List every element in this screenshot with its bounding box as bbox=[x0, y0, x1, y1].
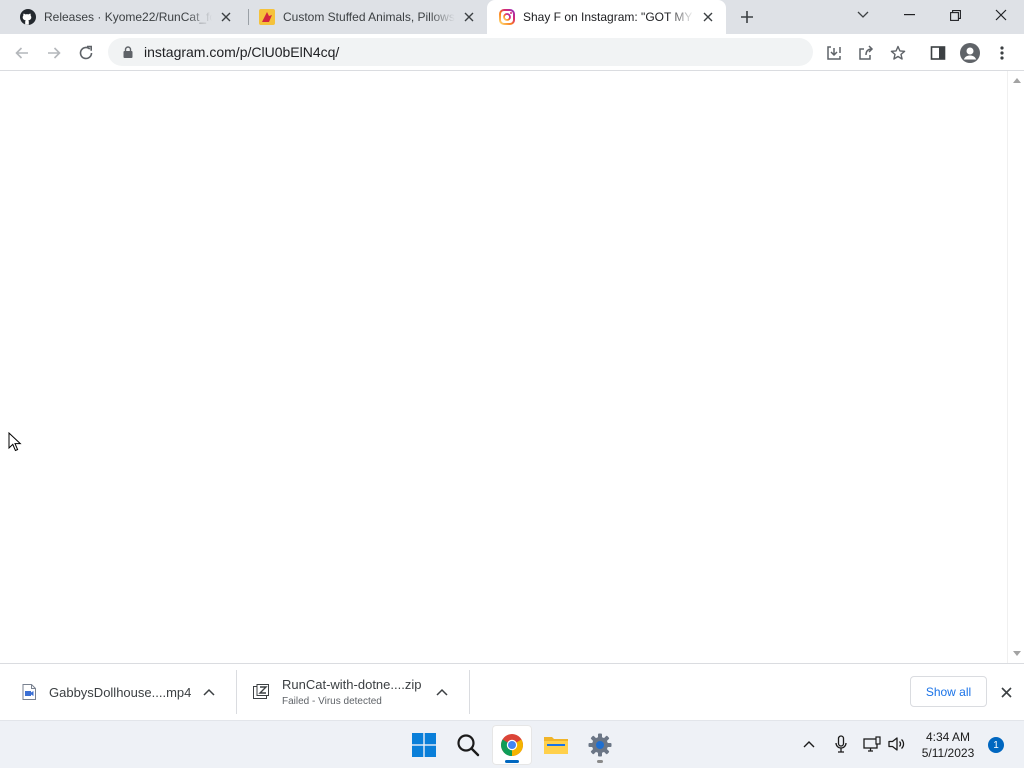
scroll-up-icon[interactable] bbox=[1012, 76, 1021, 85]
show-hidden-icons-button[interactable] bbox=[798, 733, 820, 755]
menu-button[interactable] bbox=[988, 39, 1016, 67]
share-icon bbox=[859, 45, 874, 60]
clock-time: 4:34 AM bbox=[925, 730, 971, 744]
minimize-button[interactable] bbox=[886, 0, 932, 30]
tab-title: Shay F on Instagram: "GOT MY SHAY bbox=[523, 10, 694, 24]
folder-icon bbox=[544, 737, 568, 754]
browser-toolbar: instagram.com/p/ClU0bElN4cq/ bbox=[0, 34, 1024, 71]
divider bbox=[469, 670, 470, 714]
restore-icon bbox=[949, 9, 961, 21]
download-item[interactable]: RunCat-with-dotne....zip Failed - Virus … bbox=[252, 664, 462, 720]
notification-badge[interactable]: 1 bbox=[988, 737, 1004, 753]
search-button[interactable] bbox=[448, 725, 488, 765]
profile-button[interactable] bbox=[956, 39, 984, 67]
scroll-down-icon[interactable] bbox=[1012, 649, 1021, 658]
taskbar-chrome[interactable] bbox=[492, 725, 532, 765]
new-tab-button[interactable] bbox=[735, 5, 759, 29]
tab-github-releases[interactable]: Releases · Kyome22/RunCat_for_windows bbox=[8, 0, 244, 34]
tab-custom-stuffed-animals[interactable]: Custom Stuffed Animals, Pillows & More bbox=[247, 0, 487, 34]
tab-title: Releases · Kyome22/RunCat_for_windows bbox=[44, 10, 212, 24]
tab-strip: Releases · Kyome22/RunCat_for_windows Cu… bbox=[0, 0, 1024, 34]
windows-logo-icon bbox=[412, 733, 436, 757]
tab-instagram[interactable]: Shay F on Instagram: "GOT MY SHAY bbox=[487, 0, 726, 34]
video-file-icon bbox=[20, 683, 38, 701]
url-text[interactable]: instagram.com/p/ClU0bElN4cq/ bbox=[144, 44, 339, 60]
close-shelf-button[interactable] bbox=[997, 683, 1015, 701]
avatar-icon bbox=[960, 43, 980, 63]
show-all-button[interactable]: Show all bbox=[910, 676, 987, 707]
arrow-right-icon bbox=[48, 47, 61, 59]
download-filename: RunCat-with-dotne....zip bbox=[282, 677, 422, 692]
bookmark-button[interactable] bbox=[884, 39, 912, 67]
close-tab-icon[interactable] bbox=[461, 9, 477, 25]
network-button[interactable] bbox=[861, 733, 883, 755]
install-app-button[interactable] bbox=[820, 39, 848, 67]
download-shelf: GabbysDollhouse....mp4 RunCat-with-dotne… bbox=[0, 663, 1024, 720]
reload-icon bbox=[79, 45, 93, 60]
install-icon bbox=[827, 46, 841, 60]
divider bbox=[236, 670, 237, 714]
chevron-up-icon[interactable] bbox=[201, 684, 217, 700]
speaker-icon bbox=[888, 737, 905, 751]
back-button[interactable] bbox=[8, 39, 36, 67]
download-status: Failed - Virus detected bbox=[282, 696, 382, 707]
plus-icon bbox=[741, 11, 753, 23]
microphone-icon bbox=[835, 735, 847, 753]
vertical-scrollbar[interactable] bbox=[1007, 71, 1024, 663]
star-icon bbox=[890, 45, 906, 60]
clock-date: 5/11/2023 bbox=[921, 746, 975, 760]
github-icon bbox=[20, 9, 36, 25]
tab-title: Custom Stuffed Animals, Pillows & More bbox=[283, 10, 455, 24]
budsies-icon bbox=[259, 9, 275, 25]
more-vertical-icon bbox=[1000, 46, 1004, 60]
start-button[interactable] bbox=[404, 725, 444, 765]
chrome-icon bbox=[501, 734, 523, 756]
download-filename: GabbysDollhouse....mp4 bbox=[49, 684, 192, 700]
share-button[interactable] bbox=[852, 39, 880, 67]
chevron-down-icon bbox=[857, 11, 869, 18]
arrow-left-icon bbox=[15, 47, 28, 59]
active-app-indicator bbox=[505, 760, 519, 763]
reload-button[interactable] bbox=[72, 39, 100, 67]
volume-button[interactable] bbox=[886, 733, 908, 755]
close-window-button[interactable] bbox=[978, 0, 1024, 30]
close-icon bbox=[1000, 686, 1012, 698]
clock-button[interactable]: 4:34 AM 5/11/2023 bbox=[908, 729, 988, 761]
zip-file-icon bbox=[252, 683, 270, 701]
close-icon bbox=[995, 9, 1007, 21]
chevron-up-icon[interactable] bbox=[434, 684, 450, 700]
forward-button[interactable] bbox=[40, 39, 68, 67]
taskbar-settings[interactable] bbox=[580, 725, 620, 765]
side-panel-button[interactable] bbox=[924, 39, 952, 67]
taskbar-file-explorer[interactable] bbox=[536, 725, 576, 765]
side-panel-icon bbox=[930, 46, 946, 60]
instagram-icon bbox=[499, 9, 515, 25]
network-icon bbox=[863, 736, 881, 752]
lock-icon[interactable] bbox=[120, 44, 136, 60]
tab-search-button[interactable] bbox=[840, 0, 886, 30]
minimize-icon bbox=[903, 14, 915, 16]
restore-button[interactable] bbox=[932, 0, 978, 30]
search-icon bbox=[457, 734, 480, 757]
close-tab-icon[interactable] bbox=[700, 9, 716, 25]
gear-icon bbox=[588, 733, 612, 757]
running-app-indicator bbox=[597, 760, 603, 763]
chevron-up-icon bbox=[803, 741, 815, 748]
taskbar: 4:34 AM 5/11/2023 1 bbox=[0, 720, 1024, 768]
mouse-cursor-icon bbox=[8, 432, 22, 452]
page-content bbox=[0, 71, 1007, 663]
address-bar[interactable]: instagram.com/p/ClU0bElN4cq/ bbox=[108, 38, 813, 66]
microphone-button[interactable] bbox=[830, 733, 852, 755]
download-item[interactable]: GabbysDollhouse....mp4 bbox=[20, 664, 230, 720]
close-tab-icon[interactable] bbox=[218, 9, 234, 25]
